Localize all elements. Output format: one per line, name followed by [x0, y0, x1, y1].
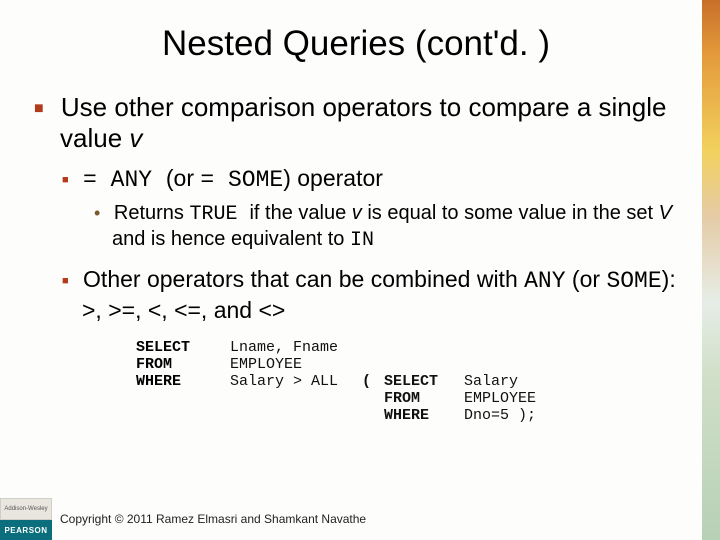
- b3-Vset: V: [659, 202, 672, 224]
- sql-example: SELECT Lname, Fname FROM EMPLOYEE WHERE …: [136, 339, 692, 424]
- publisher-logo: Addison-Wesley PEARSON: [0, 498, 52, 540]
- b3-b: if the value: [249, 202, 351, 224]
- b3-v: v: [352, 202, 362, 224]
- sub-kw-where: WHERE: [384, 407, 464, 424]
- sql-row-4: FROM EMPLOYEE: [136, 390, 692, 407]
- bullet1-text: Use other comparison operators to compar…: [60, 92, 666, 153]
- code-true: TRUE: [189, 203, 249, 226]
- logo-addison-wesley: Addison-Wesley: [0, 498, 52, 520]
- open-paren: (: [362, 373, 384, 390]
- sql-row-3: WHERE Salary > ALL ( SELECT Salary: [136, 373, 692, 390]
- logo-pearson: PEARSON: [0, 520, 52, 540]
- sql-row-5: WHERE Dno=5 );: [136, 407, 692, 424]
- bullet-level2-any: = ANY (or = SOME) operator: [82, 164, 692, 195]
- sub-arg-dno5: Dno=5 );: [464, 407, 536, 424]
- text-operator: ) operator: [283, 165, 383, 191]
- bullet-level3-returns: Returns TRUE if the value v is equal to …: [112, 201, 692, 253]
- code-eq-any: = ANY: [83, 167, 166, 193]
- code-in: IN: [350, 229, 374, 252]
- sql-row-1: SELECT Lname, Fname: [136, 339, 692, 356]
- text-or: (or: [166, 165, 201, 191]
- kw-from: FROM: [136, 356, 230, 373]
- arg-lname-fname: Lname, Fname: [230, 339, 362, 356]
- code-some: SOME: [606, 268, 661, 294]
- b3-c: is equal to some value in the set: [362, 202, 659, 224]
- slide-title: Nested Queries (cont'd. ): [20, 24, 692, 64]
- b4-a: Other operators that can be combined wit…: [83, 266, 524, 292]
- bullet-level1: Use other comparison operators to compar…: [60, 92, 692, 154]
- sub-arg-employee: EMPLOYEE: [464, 390, 536, 407]
- bullet1-var-v: v: [129, 123, 142, 153]
- kw-select: SELECT: [136, 339, 230, 356]
- bullet-level2-other-ops: Other operators that can be combined wit…: [82, 265, 692, 325]
- sub-kw-from: FROM: [384, 390, 464, 407]
- b3-a: Returns: [114, 202, 190, 224]
- sql-row-2: FROM EMPLOYEE: [136, 356, 692, 373]
- code-any: ANY: [524, 268, 565, 294]
- arg-employee: EMPLOYEE: [230, 356, 362, 373]
- copyright-text: Copyright © 2011 Ramez Elmasri and Shamk…: [60, 512, 366, 526]
- decorative-stripe: [702, 0, 720, 540]
- b4-b: (or: [566, 266, 607, 292]
- bullet-list: Use other comparison operators to compar…: [20, 92, 692, 325]
- sub-kw-select: SELECT: [384, 373, 464, 390]
- arg-salary-all: Salary > ALL: [230, 373, 362, 390]
- sub-arg-salary: Salary: [464, 373, 518, 390]
- kw-where: WHERE: [136, 373, 230, 390]
- footer: Addison-Wesley PEARSON Copyright © 2011 …: [0, 498, 720, 540]
- slide: Nested Queries (cont'd. ) Use other comp…: [0, 0, 720, 540]
- b3-d: and is hence equivalent to: [112, 228, 350, 250]
- code-eq-some: = SOME: [200, 167, 283, 193]
